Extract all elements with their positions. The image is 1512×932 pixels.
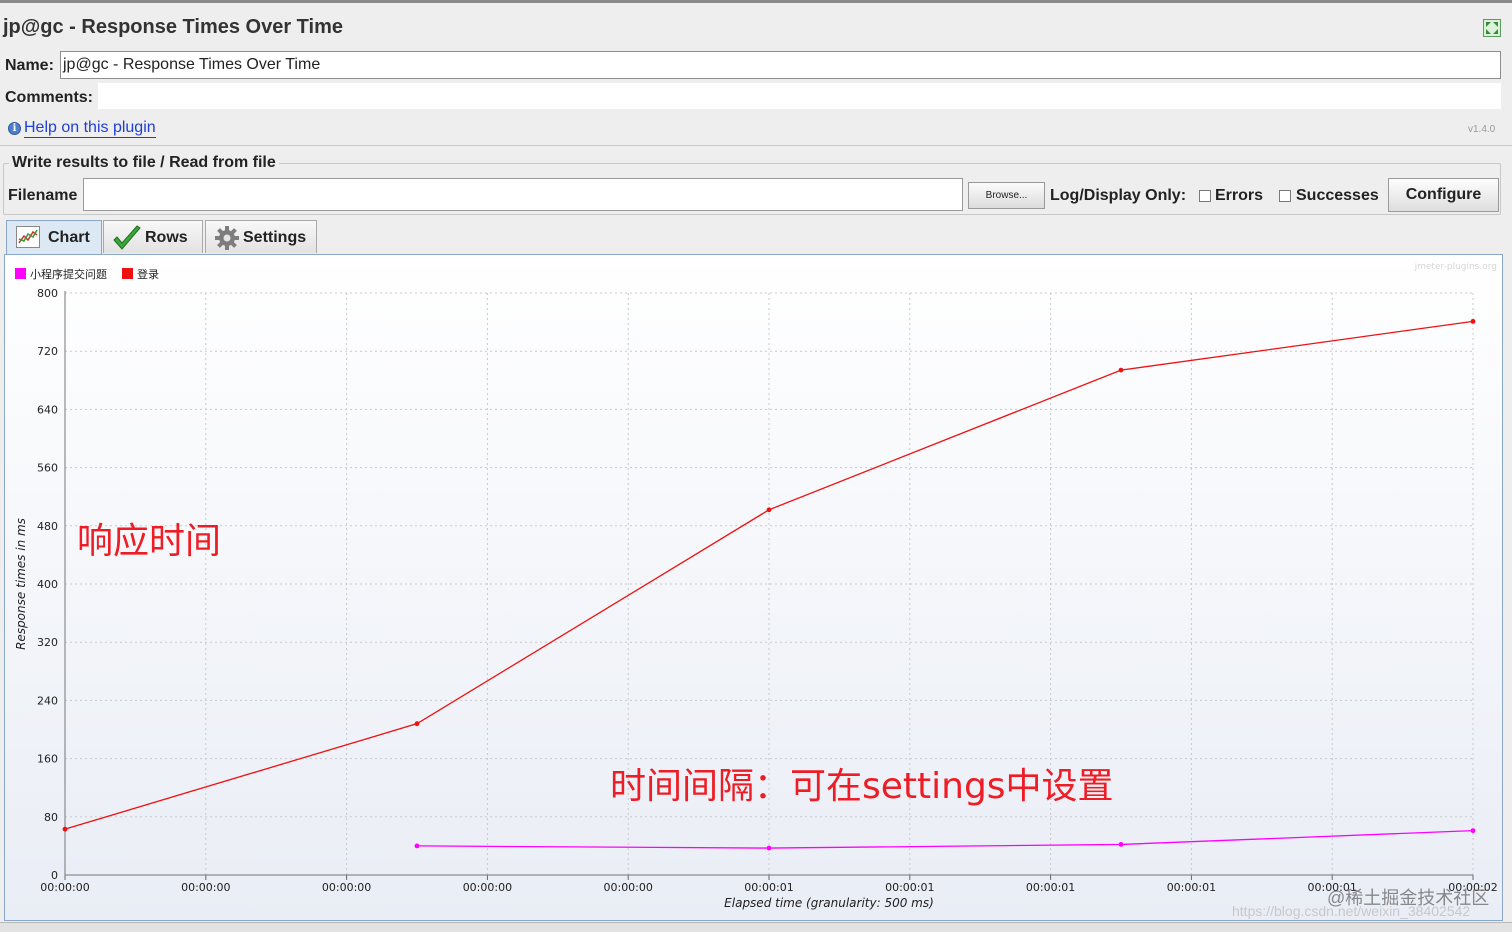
x-tick-label: 00:00:01 bbox=[885, 881, 934, 894]
horizontal-scrollbar[interactable] bbox=[0, 922, 1512, 932]
info-icon: i bbox=[8, 122, 21, 135]
y-tick-label: 640 bbox=[37, 403, 58, 416]
legend-swatch bbox=[122, 268, 133, 279]
community-watermark: @稀土掘金技术社区 bbox=[1327, 888, 1490, 908]
comments-label: Comments: bbox=[5, 89, 94, 106]
y-tick-label: 720 bbox=[37, 345, 58, 358]
annotation-response-time: 响应时间 bbox=[77, 521, 222, 562]
version-label: v1.4.0 bbox=[1468, 124, 1496, 135]
x-axis-title: Elapsed time (granularity: 500 ms) bbox=[724, 896, 934, 910]
y-tick-label: 240 bbox=[37, 694, 58, 707]
window-top-border bbox=[0, 0, 1512, 3]
name-field[interactable]: jp@gc - Response Times Over Time bbox=[60, 51, 1501, 79]
x-tick-label: 00:00:00 bbox=[181, 881, 230, 894]
chart-icon bbox=[16, 226, 40, 248]
x-tick-label: 00:00:00 bbox=[40, 881, 89, 894]
x-tick-label: 00:00:01 bbox=[1167, 881, 1216, 894]
data-point bbox=[414, 843, 420, 849]
data-point bbox=[766, 507, 772, 513]
file-section-title: Write results to file / Read from file bbox=[9, 154, 279, 172]
tab-label: Rows bbox=[145, 229, 188, 246]
maximize-icon[interactable] bbox=[1483, 19, 1501, 37]
data-point bbox=[1118, 842, 1124, 847]
y-tick-label: 560 bbox=[37, 462, 58, 475]
successes-checkbox[interactable] bbox=[1279, 190, 1291, 202]
checkmark-icon bbox=[112, 225, 141, 251]
data-point bbox=[766, 845, 772, 851]
chart-panel: 0 80 160 240 320 400 480 560 640 720 800 00:00:00 00… bbox=[4, 254, 1503, 921]
y-tick-label: 80 bbox=[44, 811, 58, 824]
x-tick-label: 00:00:00 bbox=[322, 881, 371, 894]
tab-label: Settings bbox=[243, 229, 307, 246]
divider bbox=[0, 145, 1512, 146]
y-tick-label: 320 bbox=[37, 636, 58, 649]
response-times-chart: 08016024032040048056064072080000:00:00 00… bbox=[5, 255, 1502, 920]
legend-label: 登录 bbox=[137, 267, 159, 281]
errors-checkbox[interactable] bbox=[1199, 190, 1211, 202]
gear-icon bbox=[214, 225, 240, 251]
data-point bbox=[1470, 828, 1476, 834]
help-link[interactable]: Help on this plugin bbox=[24, 119, 156, 138]
data-point bbox=[62, 826, 68, 832]
tab-settings[interactable]: Settings bbox=[205, 220, 317, 253]
y-tick-label: 480 bbox=[37, 520, 58, 533]
y-tick-label: 160 bbox=[37, 753, 58, 766]
tab-chart[interactable]: Chart bbox=[6, 220, 102, 255]
data-point bbox=[414, 721, 420, 727]
name-label: Name: bbox=[5, 57, 54, 74]
log-display-label: Log/Display Only: bbox=[1050, 187, 1187, 204]
comments-field[interactable] bbox=[98, 83, 1501, 109]
x-tick-label: 00:00:01 bbox=[1026, 881, 1075, 894]
data-point bbox=[1118, 367, 1124, 373]
tab-rows[interactable]: Rows bbox=[103, 220, 203, 253]
successes-label: Successes bbox=[1296, 187, 1379, 204]
x-tick-label: 00:00:01 bbox=[744, 881, 793, 894]
x-tick-label: 00:00:00 bbox=[463, 881, 512, 894]
tab-label: Chart bbox=[48, 229, 90, 246]
legend-label: 小程序提交问题 bbox=[30, 267, 107, 281]
legend-swatch bbox=[15, 268, 26, 279]
configure-button[interactable]: Configure bbox=[1388, 178, 1499, 212]
y-tick-label: 400 bbox=[37, 578, 58, 591]
y-axis-title: Response times in ms bbox=[14, 518, 28, 650]
y-tick-label: 800 bbox=[37, 287, 58, 300]
page-title: jp@gc - Response Times Over Time bbox=[3, 16, 343, 38]
filename-input[interactable] bbox=[83, 178, 963, 211]
errors-label: Errors bbox=[1215, 187, 1264, 204]
annotation-interval: 时间间隔：可在settings中设置 bbox=[610, 766, 1114, 807]
data-point bbox=[1470, 318, 1476, 324]
filename-label: Filename bbox=[8, 187, 78, 204]
x-tick-label: 00:00:00 bbox=[603, 881, 652, 894]
browse-button[interactable]: Browse... bbox=[968, 182, 1045, 209]
chart-watermark: jmeter-plugins.org bbox=[1414, 262, 1497, 272]
